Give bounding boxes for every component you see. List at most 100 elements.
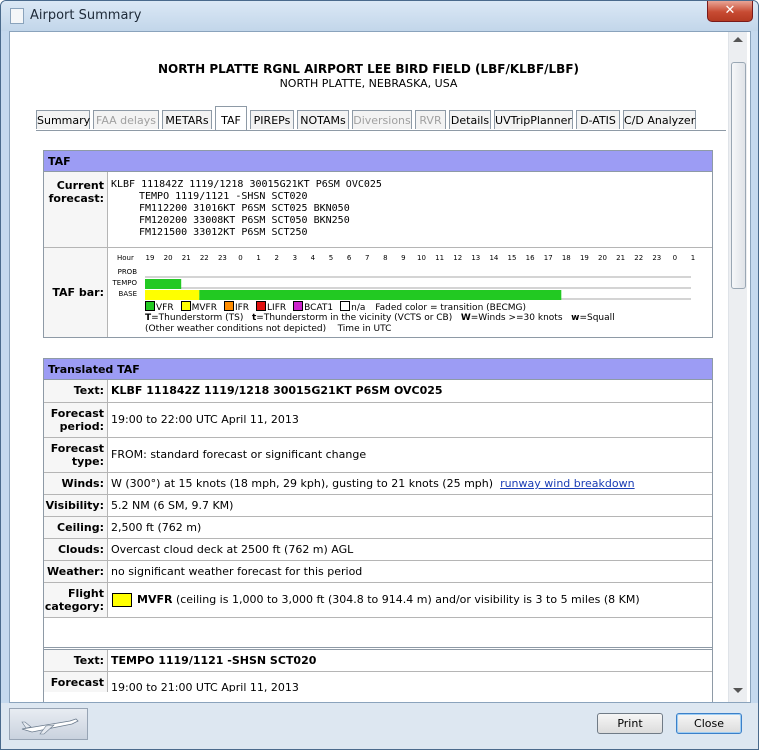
clouds-value: Overcast cloud deck at 2500 ft (762 m) A… <box>111 543 354 556</box>
taf-bar-segment[interactable] <box>199 290 562 300</box>
window-icon <box>10 8 24 24</box>
visibility-row: Visibility: 5.2 NM (6 SM, 9.7 KM) <box>44 495 712 517</box>
current-forecast-row: Current forecast: KLBF 111842Z 1119/1218… <box>44 172 712 248</box>
winds-value: W (300°) at 15 knots (18 mph, 29 kph), g… <box>108 473 712 494</box>
close-window-icon[interactable]: ✕ <box>707 1 753 22</box>
hour-tick-label: 15 <box>508 254 517 262</box>
print-button[interactable]: Print <box>597 713 663 734</box>
hour-tick-label: 10 <box>417 254 426 262</box>
hour-tick-label: 13 <box>471 254 480 262</box>
legend-note: Faded color = transition (BECMG) <box>375 303 527 313</box>
forecast-period-row: Forecast period: 19:00 to 22:00 UTC Apri… <box>44 403 712 438</box>
hour-tick-label: 1 <box>691 254 695 262</box>
tab-taf[interactable]: TAF <box>215 106 247 131</box>
forecast-type-label: Forecast type: <box>44 438 108 472</box>
category-code: MVFR <box>137 593 173 606</box>
airport-summary-window: Airport Summary ✕ NORTH PLATTE RGNL AIRP… <box>0 0 759 750</box>
legend-label: IFR <box>234 303 250 313</box>
forecast-type-value: FROM: standard forecast or significant c… <box>111 448 367 461</box>
hour-tick-label: 22 <box>200 254 209 262</box>
vertical-scrollbar[interactable] <box>728 32 747 702</box>
hour-tick-label: 8 <box>383 254 387 262</box>
second-period-label: Forecast <box>44 672 108 692</box>
hour-tick-label: 0 <box>673 254 677 262</box>
hour-tick-label: 7 <box>365 254 369 262</box>
tab-uvtripplanner[interactable]: UVTripPlanner <box>494 110 573 129</box>
legend-swatch <box>256 301 267 311</box>
ceiling-value: 2,500 ft (762 m) <box>111 521 202 534</box>
tab-notams[interactable]: NOTAMs <box>297 110 349 129</box>
weather-row: Weather: no significant weather forecast… <box>44 561 712 583</box>
flight-category-row: Flight category: MVFR (ceiling is 1,000 … <box>44 583 712 618</box>
tab-diversions: Diversions <box>352 110 412 129</box>
category-color-swatch <box>112 593 132 607</box>
translated-taf-header: Translated TAF <box>44 359 712 380</box>
taf-bar-segment[interactable] <box>145 290 200 300</box>
scroll-up-icon[interactable] <box>733 37 743 42</box>
spacer-row <box>44 618 712 648</box>
text-row: Text: KLBF 111842Z 1119/1218 30015G21KT … <box>44 380 712 403</box>
taf-section: TAF Current forecast: KLBF 111842Z 1119/… <box>43 150 713 338</box>
taf-section-header: TAF <box>44 151 712 172</box>
legend-symbol: W <box>460 313 471 323</box>
hour-label: Hour <box>117 254 134 262</box>
visibility-label: Visibility: <box>44 495 108 516</box>
legend-swatch <box>223 301 234 311</box>
clouds-row: Clouds: Overcast cloud deck at 2500 ft (… <box>44 539 712 561</box>
taf-bar-label: TAF bar: <box>44 248 108 337</box>
taf-legend: VFR MVFR IFR LIFR BCAT1 n/a Faded color = tra… <box>145 301 526 313</box>
tab-metars[interactable]: METARs <box>162 110 212 129</box>
second-text-row: Text: TEMPO 1119/1121 -SHSN SCT020 <box>44 649 712 672</box>
hour-tick-label: 21 <box>616 254 625 262</box>
flight-category-label: Flight category: <box>44 583 108 617</box>
title-bar[interactable]: Airport Summary ✕ <box>1 1 758 31</box>
legend-label: MVFR <box>191 303 217 313</box>
forecast-line: TEMPO 1119/1121 -SHSN SCT020 <box>139 191 308 202</box>
window-title: Airport Summary <box>30 8 142 23</box>
category-description: (ceiling is 1,000 to 3,000 ft (304.8 to … <box>172 593 640 606</box>
hour-tick-label: 2 <box>274 254 278 262</box>
legend-swatch <box>180 301 191 311</box>
tab-cd-analyzer[interactable]: C/D Analyzer <box>623 110 696 129</box>
airplane-icon <box>21 718 79 735</box>
bar-row-label: TEMPO <box>112 279 138 287</box>
tab-faa-delays: FAA delays <box>93 110 159 129</box>
forecast-type-row: Forecast type: FROM: standard forecast o… <box>44 438 712 473</box>
hour-tick-label: 20 <box>598 254 607 262</box>
runway-wind-breakdown-link[interactable]: runway wind breakdown <box>500 477 635 490</box>
forecast-period-label: Forecast period: <box>44 403 108 437</box>
forecast-line: FM112200 31016KT P6SM SCT025 BKN050 <box>139 203 350 214</box>
winds-text: W (300°) at 15 knots (18 mph, 29 kph), g… <box>111 477 494 490</box>
legend-footnote: (Other weather conditions not depicted) … <box>145 324 392 334</box>
weather-label: Weather: <box>44 561 108 582</box>
airplane-logo-icon <box>9 708 88 740</box>
hour-tick-label: 1 <box>256 254 260 262</box>
scroll-down-icon[interactable] <box>733 688 743 693</box>
legend-label: n/a <box>351 303 366 313</box>
legend-text: =Squall <box>579 313 615 323</box>
tab-pireps[interactable]: PIREPs <box>250 110 294 129</box>
hour-tick-label: 0 <box>238 254 242 262</box>
bar-row-label: BASE <box>119 290 137 298</box>
hour-tick-label: 23 <box>652 254 661 262</box>
hour-tick-label: 5 <box>329 254 333 262</box>
bar-row-label: PROB <box>118 268 138 276</box>
tab-d-atis[interactable]: D-ATIS <box>576 110 620 129</box>
current-forecast-label: Current forecast: <box>44 172 108 247</box>
hour-tick-label: 9 <box>401 254 405 262</box>
close-button[interactable]: Close <box>676 713 742 734</box>
legend-label: LIFR <box>267 303 287 313</box>
legend-swatch <box>340 301 351 311</box>
tab-details[interactable]: Details <box>449 110 491 129</box>
ceiling-row: Ceiling: 2,500 ft (762 m) <box>44 517 712 539</box>
forecast-line: KLBF 111842Z 1119/1218 30015G21KT P6SM O… <box>111 179 382 190</box>
hour-tick-label: 21 <box>182 254 191 262</box>
hour-tick-label: 22 <box>634 254 643 262</box>
taf-bar-segment[interactable] <box>145 279 182 289</box>
scroll-thumb[interactable] <box>731 62 746 289</box>
tab-summary[interactable]: Summary <box>36 110 90 129</box>
legend-label: VFR <box>156 303 174 313</box>
legend-swatch <box>145 301 155 311</box>
hour-tick-label: 14 <box>489 254 498 262</box>
winds-label: Winds: <box>44 473 108 494</box>
